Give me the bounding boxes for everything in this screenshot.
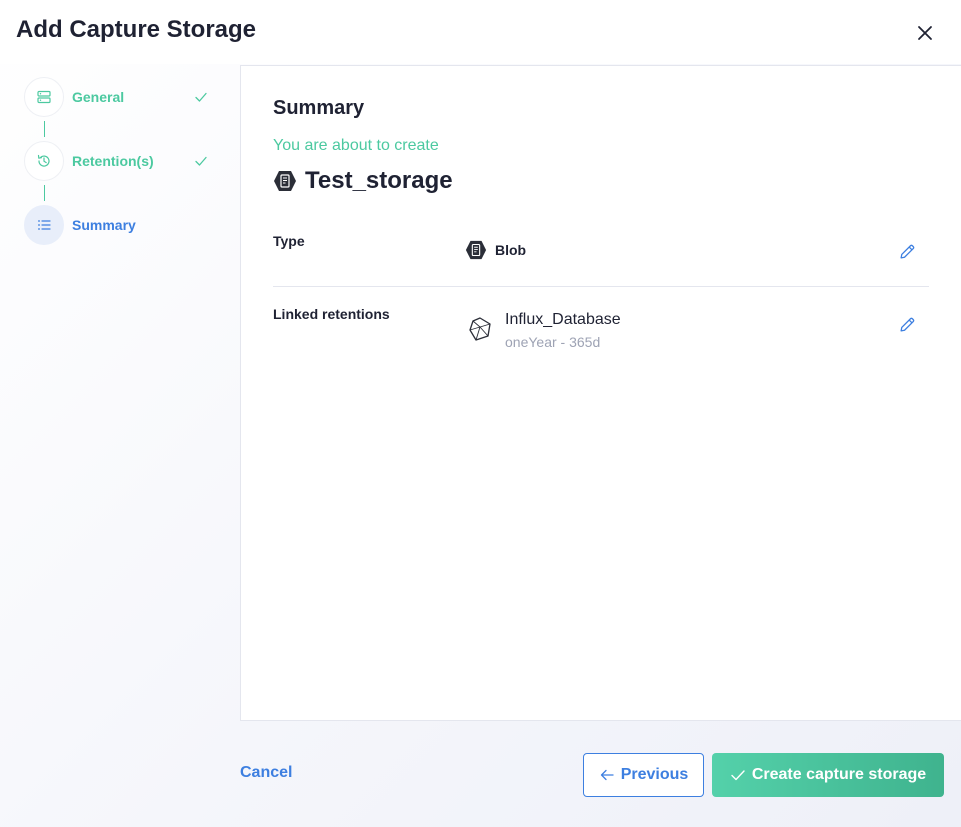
step-circle	[24, 205, 64, 245]
type-value: Blob	[465, 239, 526, 261]
cancel-button[interactable]: Cancel	[240, 764, 292, 782]
pencil-icon	[899, 317, 914, 332]
blob-storage-icon	[274, 171, 296, 191]
step-label: General	[72, 89, 125, 105]
edit-retentions-button[interactable]	[897, 314, 917, 334]
summary-panel: Summary You are about to create Test_sto…	[240, 65, 961, 721]
database-polyhedron-icon	[469, 317, 491, 341]
type-label: Type	[273, 233, 305, 249]
step-summary[interactable]: Summary	[24, 205, 214, 245]
summary-title: Summary	[273, 97, 365, 119]
create-label: Create capture storage	[751, 766, 927, 783]
blob-storage-icon	[465, 240, 487, 260]
type-value-text: Blob	[495, 242, 527, 258]
dialog-header: Add Capture Storage	[0, 0, 961, 64]
pencil-icon	[899, 244, 914, 259]
check-icon	[195, 92, 207, 102]
step-circle	[24, 77, 64, 117]
edit-type-button[interactable]	[897, 241, 917, 261]
step-retentions[interactable]: Retention(s)	[24, 141, 214, 181]
close-icon	[918, 26, 932, 40]
linked-retentions-label: Linked retentions	[273, 306, 390, 322]
previous-button[interactable]: Previous	[583, 753, 704, 797]
server-icon	[37, 90, 51, 104]
add-capture-storage-dialog: Add Capture Storage General Retention(s)…	[0, 0, 961, 827]
arrow-left-icon	[600, 769, 614, 781]
dialog-title: Add Capture Storage	[16, 16, 257, 43]
check-icon	[731, 770, 745, 781]
storage-name: Test_storage	[273, 167, 453, 195]
step-connector	[44, 121, 45, 137]
step-circle	[24, 141, 64, 181]
previous-label: Previous	[620, 766, 689, 783]
retention-name: Influx_Database	[505, 311, 621, 328]
check-icon	[195, 156, 207, 166]
step-label: Retention(s)	[72, 153, 154, 169]
list-icon	[38, 220, 51, 230]
step-label: Summary	[72, 217, 136, 233]
storage-name-text: Test_storage	[305, 167, 453, 194]
about-text: You are about to create	[273, 137, 439, 154]
history-icon	[37, 154, 50, 167]
close-button[interactable]	[910, 18, 940, 48]
create-capture-storage-button[interactable]: Create capture storage	[712, 753, 944, 797]
retention-detail: oneYear - 365d	[505, 334, 601, 350]
step-connector	[44, 185, 45, 201]
divider	[273, 286, 929, 287]
step-general[interactable]: General	[24, 77, 214, 117]
